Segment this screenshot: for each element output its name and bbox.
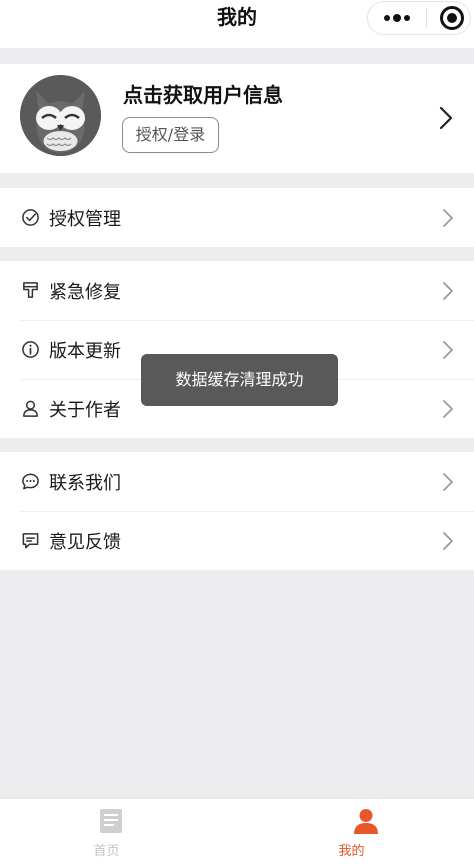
menu-group-auth: 授权管理 [0,188,474,247]
menu-item-label: 紧急修复 [49,281,121,303]
brush-icon [23,282,38,298]
profile-card[interactable]: 点击获取用户信息 授权/登录 [0,64,474,173]
user-icon [23,400,38,417]
chevron-right-icon [443,340,453,359]
person-icon [354,809,378,834]
check-circle-icon [22,209,39,226]
profile-name[interactable]: 点击获取用户信息 [123,79,283,108]
capsule-divider [426,9,427,28]
menu-item-label: 联系我们 [49,472,121,494]
chevron-right-icon [443,531,453,550]
menu-item-label: 关于作者 [49,399,121,421]
info-icon [22,341,39,358]
app: 我的 点击获取用户信息 授权/登录 授权管理 紧急修复 版本更新 关于作者 联系… [0,0,474,865]
menu-item-label: 版本更新 [49,340,121,362]
tab-label: 首页 [93,844,120,859]
menu-item-emergency-fix[interactable]: 紧急修复 [0,261,474,320]
feedback-icon [22,533,39,549]
menu-item-label: 授权管理 [49,208,121,230]
tab-bar: 首页 我的 [0,798,474,865]
navbar: 我的 [0,0,474,48]
chevron-right-icon [443,399,453,418]
chevron-right-icon [439,106,453,130]
avatar [20,75,101,156]
menu-item-auth-manage[interactable]: 授权管理 [0,188,474,247]
chevron-right-icon [443,281,453,300]
menu-group-contact: 联系我们 意见反馈 [0,452,474,570]
miniprogram-capsule [367,1,471,35]
chevron-right-icon [443,208,453,227]
tab-label: 我的 [338,844,365,859]
document-icon [100,809,122,833]
tab-mine[interactable]: 我的 [237,799,474,865]
owl-avatar-icon [20,75,101,156]
menu-item-feedback[interactable]: 意见反馈 [0,511,474,570]
menu-item-label: 意见反馈 [49,531,121,553]
login-button[interactable]: 授权/登录 [122,117,219,153]
chat-bubble-icon [22,473,39,490]
menu-group-app: 紧急修复 版本更新 关于作者 [0,261,474,438]
chevron-right-icon [443,472,453,491]
toast-message: 数据缓存清理成功 [141,354,338,406]
close-miniprogram-icon[interactable] [440,6,464,30]
tab-home[interactable]: 首页 [0,799,237,865]
more-icon[interactable] [368,2,426,34]
menu-item-contact-us[interactable]: 联系我们 [0,452,474,511]
